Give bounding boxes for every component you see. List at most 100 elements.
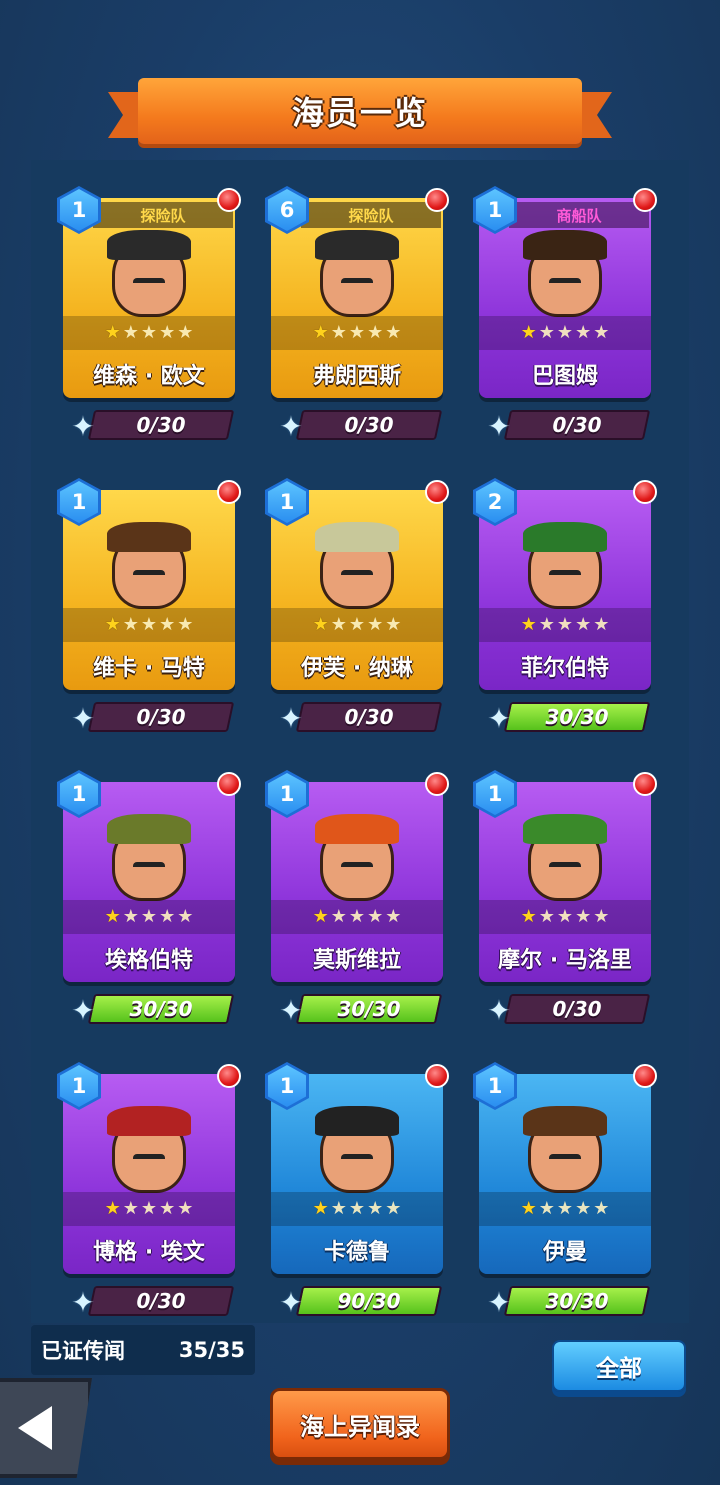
notification-dot-icon	[217, 188, 241, 212]
shard-count: 30/30	[545, 1289, 609, 1313]
notification-dot-icon	[425, 1064, 449, 1088]
puzzle-shard-icon: ✦	[279, 1285, 303, 1319]
crew-card[interactable]: ★ ★ ★ ★ ★ 维卡 · 马特 1 0/30 ✦	[57, 478, 241, 746]
star-icon: ★	[385, 614, 402, 635]
star-rating: ★ ★ ★ ★ ★	[271, 1192, 443, 1226]
crew-name: 博格 · 埃文	[93, 1240, 205, 1265]
crew-card[interactable]: ★ ★ ★ ★ ★ 博格 · 埃文 1 0/30 ✦	[57, 1062, 241, 1323]
shard-count: 0/30	[344, 413, 394, 437]
star-icon: ★	[177, 906, 194, 927]
star-icon: ★	[122, 322, 139, 343]
star-icon: ★	[538, 906, 555, 927]
crew-portrait-figure	[315, 814, 399, 901]
star-icon: ★	[575, 614, 592, 635]
star-icon: ★	[556, 906, 574, 927]
star-rating: ★ ★ ★ ★ ★	[479, 608, 651, 642]
shard-count: 0/30	[136, 705, 186, 729]
notification-dot-icon	[217, 772, 241, 796]
star-icon: ★	[177, 322, 194, 343]
star-icon: ★	[159, 322, 176, 343]
star-icon: ★	[575, 322, 592, 343]
star-icon: ★	[104, 1198, 121, 1219]
puzzle-shard-icon: ✦	[487, 1285, 511, 1319]
star-rating: ★ ★ ★ ★ ★	[479, 900, 651, 934]
puzzle-shard-icon: ✦	[279, 993, 303, 1027]
star-icon: ★	[177, 1198, 194, 1219]
star-icon: ★	[348, 1198, 366, 1219]
star-icon: ★	[122, 614, 139, 635]
star-icon: ★	[330, 906, 347, 927]
crew-card[interactable]: ★ ★ ★ ★ ★ 伊曼 1 30/30 ✦	[473, 1062, 657, 1323]
crew-card[interactable]: ★ ★ ★ ★ ★ 伊芙 · 纳琳 1 0/30 ✦	[265, 478, 449, 746]
notification-dot-icon	[425, 480, 449, 504]
crew-name: 摩尔 · 马洛里	[498, 948, 632, 973]
shard-progress: 0/30 ✦	[63, 408, 235, 443]
shard-progress: 0/30 ✦	[271, 700, 443, 735]
shard-count: 30/30	[129, 997, 193, 1021]
puzzle-shard-icon: ✦	[71, 701, 95, 735]
crew-portrait-figure	[315, 230, 399, 317]
back-button[interactable]	[0, 1378, 92, 1478]
star-icon: ★	[312, 322, 329, 343]
crew-portrait-figure	[107, 522, 191, 609]
filter-all-button[interactable]: 全部	[552, 1340, 686, 1392]
star-icon: ★	[556, 614, 574, 635]
crew-portrait-figure	[523, 522, 607, 609]
crew-card[interactable]: ★ ★ ★ ★ ★ 巴图姆 商船队 1 0/30 ✦	[473, 186, 657, 454]
star-icon: ★	[385, 906, 402, 927]
filter-all-label: 全部	[596, 1356, 642, 1382]
crew-name: 伊芙 · 纳琳	[301, 656, 413, 681]
puzzle-shard-icon: ✦	[487, 993, 511, 1027]
star-icon: ★	[140, 906, 158, 927]
star-icon: ★	[593, 1198, 610, 1219]
crew-card[interactable]: ★ ★ ★ ★ ★ 摩尔 · 马洛里 1 0/30 ✦	[473, 770, 657, 1038]
crew-card[interactable]: ★ ★ ★ ★ ★ 弗朗西斯 探险队 6 0/30 ✦	[265, 186, 449, 454]
crew-card[interactable]: ★ ★ ★ ★ ★ 莫斯维拉 1 30/30 ✦	[265, 770, 449, 1038]
star-icon: ★	[140, 322, 158, 343]
star-icon: ★	[330, 1198, 347, 1219]
crew-name: 卡德鲁	[323, 1240, 390, 1265]
star-icon: ★	[312, 906, 329, 927]
star-icon: ★	[348, 906, 366, 927]
star-icon: ★	[330, 614, 347, 635]
star-icon: ★	[556, 1198, 574, 1219]
sea-rumors-log-button[interactable]: 海上异闻录	[270, 1388, 450, 1460]
notification-dot-icon	[217, 480, 241, 504]
star-icon: ★	[593, 614, 610, 635]
puzzle-shard-icon: ✦	[71, 993, 95, 1027]
crew-card[interactable]: ★ ★ ★ ★ ★ 卡德鲁 1 90/30 ✦	[265, 1062, 449, 1323]
verified-label: 已证传闻	[41, 1339, 125, 1363]
crew-portrait-figure	[107, 1106, 191, 1193]
star-icon: ★	[312, 1198, 329, 1219]
crew-portrait-figure	[523, 814, 607, 901]
shard-count: 0/30	[136, 1289, 186, 1313]
star-rating: ★ ★ ★ ★ ★	[63, 900, 235, 934]
star-icon: ★	[520, 614, 537, 635]
star-rating: ★ ★ ★ ★ ★	[271, 900, 443, 934]
shard-progress: 0/30 ✦	[63, 1284, 235, 1319]
crew-portrait-figure	[107, 230, 191, 317]
crew-portrait-figure	[107, 814, 191, 901]
notification-dot-icon	[425, 772, 449, 796]
crew-name: 伊曼	[542, 1240, 587, 1265]
puzzle-shard-icon: ✦	[279, 701, 303, 735]
star-icon: ★	[159, 1198, 176, 1219]
shard-progress: 90/30 ✦	[271, 1284, 443, 1319]
star-icon: ★	[593, 322, 610, 343]
title-banner: 海员一览	[108, 78, 612, 152]
star-icon: ★	[385, 1198, 402, 1219]
star-icon: ★	[159, 614, 176, 635]
puzzle-shard-icon: ✦	[487, 701, 511, 735]
star-icon: ★	[520, 906, 537, 927]
star-icon: ★	[367, 906, 384, 927]
crew-name: 埃格伯特	[104, 948, 193, 973]
crew-list-panel[interactable]: ★ ★ ★ ★ ★ 维森 · 欧文 探险队 1 0/30 ✦ ★ ★ ★ ★ ★ 弗朗西斯 探险队 6 0/30 ✦ ★…	[31, 160, 689, 1323]
crew-name: 莫斯维拉	[312, 948, 401, 973]
puzzle-shard-icon: ✦	[71, 1285, 95, 1319]
shard-progress: 30/30 ✦	[63, 992, 235, 1027]
team-tag: 探险队	[301, 202, 441, 228]
crew-card[interactable]: ★ ★ ★ ★ ★ 埃格伯特 1 30/30 ✦	[57, 770, 241, 1038]
crew-card[interactable]: ★ ★ ★ ★ ★ 菲尔伯特 2 30/30 ✦	[473, 478, 657, 746]
star-rating: ★ ★ ★ ★ ★	[63, 608, 235, 642]
crew-card[interactable]: ★ ★ ★ ★ ★ 维森 · 欧文 探险队 1 0/30 ✦	[57, 186, 241, 454]
